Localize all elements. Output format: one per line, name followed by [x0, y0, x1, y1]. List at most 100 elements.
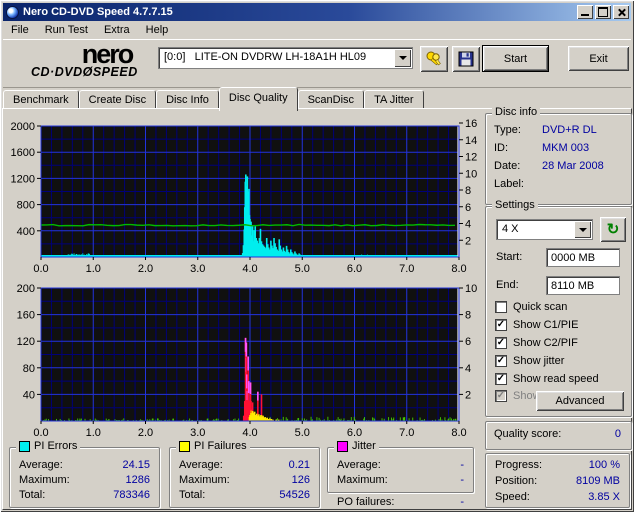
svg-text:2: 2 — [465, 235, 471, 247]
drive-select[interactable]: [0:0] LITE-ON DVDRW LH-18A1H HL09 — [158, 47, 413, 69]
logo-slash-icon: Ø — [83, 65, 93, 79]
settings-group: Settings 4 X ↻ Start: 0000 MB End: 8110 … — [485, 206, 632, 417]
drive-select-arrow-button[interactable] — [394, 49, 411, 67]
svg-text:10: 10 — [465, 283, 477, 295]
checkbox-show-c1-pie[interactable]: ✓Show C1/PIE — [495, 318, 578, 332]
svg-text:6.0: 6.0 — [347, 263, 362, 275]
exit-button[interactable]: Exit — [568, 46, 629, 71]
pi-failures-legend-swatch — [179, 441, 190, 452]
menu-run-test[interactable]: Run Test — [37, 22, 96, 38]
tab-disc-quality[interactable]: Disc Quality — [219, 87, 298, 111]
pie-average-value: 24.15 — [122, 459, 150, 471]
disc-info-title: Disc info — [492, 106, 540, 118]
pif-average-value: 0.21 — [289, 459, 310, 471]
pi-failures-title: PI Failures — [194, 440, 247, 452]
po-failures-value: - — [460, 496, 464, 508]
stat-row: Average:- — [337, 459, 464, 474]
pie-total-value: 783346 — [113, 489, 150, 501]
svg-text:5.0: 5.0 — [295, 263, 310, 275]
stat-row: Total:783346 — [19, 489, 150, 504]
speed-value: 3.85 X — [588, 491, 620, 503]
start-button[interactable]: Start — [483, 46, 548, 71]
menu-extra[interactable]: Extra — [96, 22, 138, 38]
checkbox-show-jitter[interactable]: ✓Show jitter — [495, 354, 564, 368]
svg-text:120: 120 — [17, 336, 35, 348]
refresh-button[interactable]: ↻ — [600, 217, 626, 242]
tab-benchmark[interactable]: Benchmark — [3, 90, 79, 109]
checkbox-show-read-speed[interactable]: ✓Show read speed — [495, 372, 599, 386]
svg-text:200: 200 — [17, 283, 35, 295]
position-row: Position:8109 MB — [495, 475, 620, 491]
speed-select[interactable]: 4 X — [496, 219, 593, 240]
end-position-input[interactable]: 8110 MB — [546, 276, 620, 295]
svg-text:6: 6 — [465, 336, 471, 348]
po-failures-row: PO failures: - — [327, 496, 474, 511]
stat-row: Average:0.21 — [179, 459, 310, 474]
svg-text:10: 10 — [465, 168, 477, 180]
svg-text:3.0: 3.0 — [190, 263, 205, 275]
checkbox-quick-scan[interactable]: Quick scan — [495, 300, 567, 314]
tab-create-disc[interactable]: Create Disc — [79, 90, 156, 109]
close-button[interactable] — [613, 5, 629, 19]
chevron-down-icon — [399, 56, 407, 64]
disc-type-row: Type:DVD+R DL — [494, 124, 623, 142]
checkbox-show-c2-pif[interactable]: ✓Show C2/PIF — [495, 336, 578, 350]
eject-keys-button[interactable] — [420, 46, 448, 72]
svg-text:7.0: 7.0 — [399, 427, 414, 439]
svg-text:5.0: 5.0 — [295, 427, 310, 439]
start-position-label: Start: — [496, 251, 522, 263]
close-icon — [617, 8, 626, 17]
svg-text:80: 80 — [23, 363, 35, 375]
disc-id-value: MKM 003 — [542, 142, 589, 154]
checkbox-icon: ✓ — [495, 319, 507, 331]
disc-info-group: Disc info Type:DVD+R DL ID:MKM 003 Date:… — [485, 113, 632, 205]
advanced-button[interactable]: Advanced — [536, 391, 624, 411]
svg-text:2000: 2000 — [11, 121, 35, 133]
menu-help[interactable]: Help — [138, 22, 177, 38]
disc-label-row: Label: — [494, 178, 623, 196]
svg-text:1.0: 1.0 — [86, 427, 101, 439]
stat-row: Maximum:126 — [179, 474, 310, 489]
app-icon — [6, 6, 19, 19]
checkbox-icon: ✓ — [495, 390, 507, 402]
checkbox-icon — [495, 301, 507, 313]
svg-text:7.0: 7.0 — [399, 263, 414, 275]
pie-maximum-value: 1286 — [126, 474, 150, 486]
exit-button-label: Exit — [589, 53, 607, 65]
menu-bar: File Run Test Extra Help — [3, 21, 631, 40]
svg-text:40: 40 — [23, 389, 35, 401]
svg-text:0.0: 0.0 — [33, 263, 48, 275]
speed-select-arrow-button[interactable] — [574, 221, 591, 238]
save-floppy-icon — [458, 51, 474, 67]
svg-text:6: 6 — [465, 202, 471, 214]
svg-text:8.0: 8.0 — [451, 427, 466, 439]
menu-file[interactable]: File — [3, 22, 37, 38]
svg-text:14: 14 — [465, 135, 477, 147]
stat-row: Maximum:1286 — [19, 474, 150, 489]
pi-failures-group: PI Failures Average:0.21 Maximum:126 Tot… — [169, 447, 320, 508]
progress-value: 100 % — [589, 459, 620, 471]
keys-icon — [425, 50, 443, 68]
maximize-button[interactable] — [595, 5, 611, 19]
chevron-down-icon — [579, 228, 587, 236]
title-bar[interactable]: Nero CD-DVD Speed 4.7.7.15 — [3, 3, 631, 21]
checkbox-icon: ✓ — [495, 373, 507, 385]
save-button[interactable] — [452, 46, 480, 72]
svg-text:0.0: 0.0 — [33, 427, 48, 439]
svg-text:4.0: 4.0 — [242, 427, 257, 439]
tab-ta-jitter[interactable]: TA Jitter — [364, 90, 424, 109]
pi-failures-chart: 40801201602000.01.02.03.04.05.06.07.08.0… — [3, 281, 485, 441]
toolbar: nero CD·DVDØSPEED [0:0] LITE-ON DVDRW LH… — [3, 39, 631, 88]
drive-select-value: [0:0] LITE-ON DVDRW LH-18A1H HL09 — [164, 51, 366, 63]
svg-text:1200: 1200 — [11, 173, 35, 185]
progress-box: Progress:100 % Position:8109 MB Speed:3.… — [485, 453, 630, 508]
minimize-button[interactable] — [577, 5, 593, 19]
start-position-input[interactable]: 0000 MB — [546, 248, 620, 267]
tab-disc-info[interactable]: Disc Info — [156, 90, 219, 109]
svg-text:12: 12 — [465, 152, 477, 164]
tab-scandisc[interactable]: ScanDisc — [298, 90, 364, 109]
svg-text:1600: 1600 — [11, 147, 35, 159]
stat-row: Average:24.15 — [19, 459, 150, 474]
jitter-maximum-value: - — [460, 474, 464, 486]
checkbox-icon: ✓ — [495, 337, 507, 349]
